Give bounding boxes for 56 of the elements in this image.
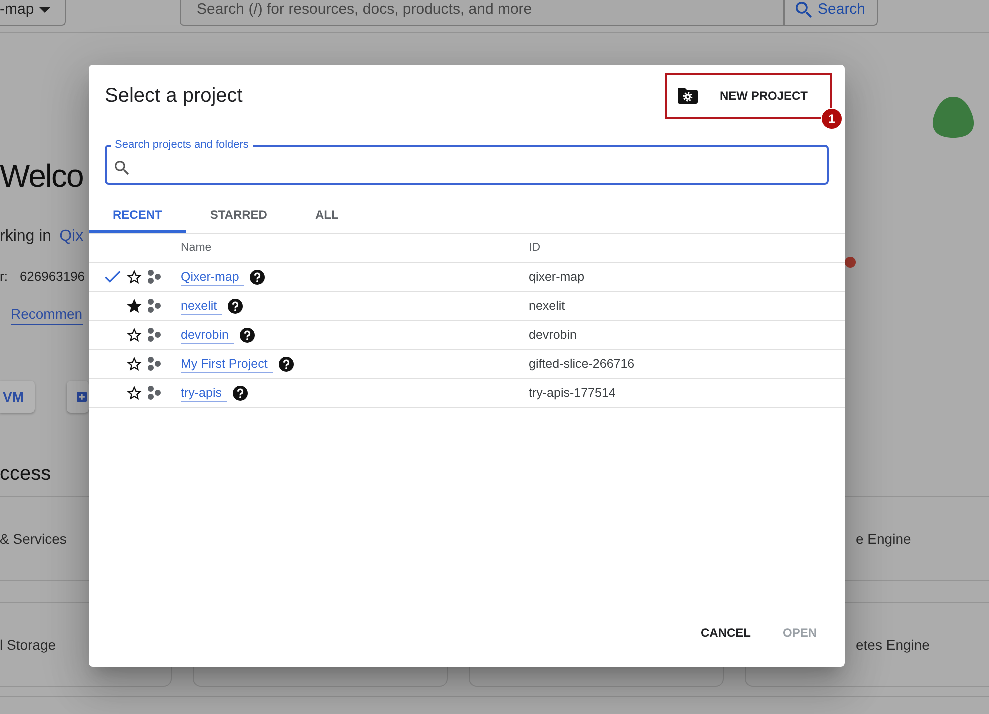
project-id: gifted-slice-266716: [529, 357, 636, 371]
card-title: e Engine: [856, 530, 912, 546]
star-icon[interactable]: [127, 386, 142, 400]
column-header: ID: [529, 242, 542, 254]
project-link[interactable]: Qixer-map: [181, 268, 244, 286]
tab[interactable]: ALL: [291, 197, 363, 233]
star-icon[interactable]: [127, 299, 142, 313]
project-id: devrobin: [529, 328, 578, 342]
column-header: Name: [181, 242, 213, 254]
help-icon: [278, 356, 294, 372]
caret-icon: [39, 6, 52, 12]
tab[interactable]: RECENT: [89, 197, 186, 233]
dialog-title: Select a project: [105, 84, 243, 108]
search-button[interactable]: Search: [784, 0, 878, 26]
action-button[interactable]: VM: [0, 381, 35, 413]
dot-shape: [845, 257, 856, 268]
help-icon: [240, 328, 255, 342]
project-id: nexelit: [529, 299, 566, 313]
project-link[interactable]: devrobin: [181, 326, 234, 344]
star-icon[interactable]: [127, 270, 142, 284]
dots-icon: [148, 386, 161, 400]
folder-gear-icon: [678, 88, 698, 104]
action-button[interactable]: [67, 381, 89, 413]
dots-icon: [148, 299, 161, 313]
project-id: try-apis-177514: [529, 386, 617, 400]
dots-icon: [148, 328, 161, 342]
blob-shape: [932, 97, 974, 138]
project-number-label: r:: [0, 268, 8, 286]
search-icon: [796, 2, 812, 18]
star-icon[interactable]: [127, 357, 142, 371]
dots-icon: [148, 270, 161, 284]
project-link[interactable]: try-apis: [181, 384, 227, 402]
recommendations-link[interactable]: Recommen: [11, 304, 83, 325]
help-icon: [228, 298, 244, 314]
search-field[interactable]: Search (/) for resources, docs, products, and more: [180, 0, 784, 26]
project-link[interactable]: My First Project: [181, 356, 273, 372]
search-field[interactable]: Search projects and folders: [105, 139, 829, 185]
plus-icon: [77, 392, 87, 402]
help-icon: [250, 270, 266, 284]
tab[interactable]: STARRED: [186, 197, 292, 233]
card-title: etes Engine: [856, 636, 930, 652]
project-id: qixer-map: [529, 270, 586, 284]
working-in-text: rking in: [0, 227, 52, 247]
section-title: ccess: [0, 462, 52, 487]
step-badge: 1: [821, 108, 843, 130]
card-title: & Services: [0, 530, 67, 546]
welcome-heading: Welco: [0, 157, 84, 196]
star-icon[interactable]: [127, 328, 142, 342]
card-title: l Storage: [0, 636, 56, 652]
project-selector[interactable]: -map: [0, 0, 66, 26]
project-number: 626963196: [20, 268, 86, 286]
help-icon: [232, 386, 248, 400]
project-link[interactable]: nexelit: [181, 298, 222, 314]
project-link[interactable]: Qix: [60, 226, 84, 248]
dots-icon: [148, 357, 161, 371]
search-icon: [115, 160, 129, 174]
